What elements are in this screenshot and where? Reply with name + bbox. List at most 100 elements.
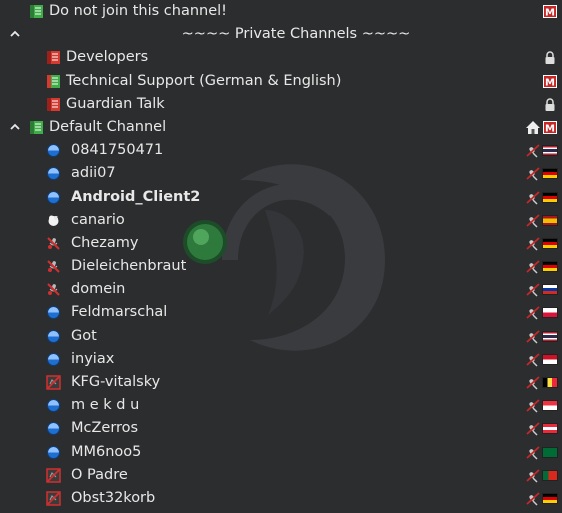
client-status-icon: [46, 421, 61, 436]
client-name: inyiax: [71, 350, 115, 367]
client-row[interactable]: z canario: [0, 209, 562, 232]
client-name: m e k d u: [71, 397, 140, 414]
client-status-icon: [46, 329, 61, 344]
muted-microphone-icon: [525, 213, 541, 228]
client-status-icon: [46, 468, 61, 483]
client-row[interactable]: Obst32korb: [0, 487, 562, 510]
channel-row-developers[interactable]: Developers: [0, 46, 562, 69]
muted-microphone-icon: [525, 329, 541, 344]
country-flag-icon: [542, 469, 558, 481]
svg-text:M: M: [545, 77, 555, 88]
svg-text:z: z: [57, 214, 60, 220]
country-flag-icon: [542, 284, 558, 296]
client-row[interactable]: MM6noo5: [0, 441, 562, 464]
client-row[interactable]: O Padre: [0, 464, 562, 487]
client-name: KFG-vitalsky: [71, 374, 161, 390]
channel-row-default-channel[interactable]: Default Channel M: [0, 116, 562, 139]
client-name: MM6noo5: [71, 443, 142, 460]
client-status-icon: [46, 445, 61, 460]
password-lock-icon: [542, 97, 558, 112]
client-row[interactable]: domein: [0, 278, 562, 301]
client-status-icon: [46, 491, 61, 506]
channel-row-guardian-talk[interactable]: Guardian Talk: [0, 93, 562, 116]
channel-label: Default Channel: [49, 118, 167, 135]
country-flag-icon: [542, 400, 558, 412]
collapse-arrow-icon[interactable]: [8, 120, 22, 134]
client-row[interactable]: m e k d u: [0, 394, 562, 417]
country-flag-icon: [542, 423, 558, 435]
svg-text:M: M: [545, 8, 555, 19]
home-icon: [525, 120, 541, 135]
client-name: adii07: [71, 165, 116, 182]
client-name: canario: [71, 211, 125, 228]
client-status-icon: [46, 143, 61, 158]
country-flag-icon: [542, 353, 558, 365]
client-status-icon: [46, 398, 61, 413]
client-name: Got: [71, 327, 97, 344]
muted-microphone-icon: [525, 190, 541, 205]
client-row[interactable]: Dieleichenbraut: [0, 255, 562, 278]
channel-label: Technical Support (German & English): [66, 72, 342, 89]
client-row[interactable]: 0841750471: [0, 139, 562, 162]
client-row[interactable]: inyiax: [0, 348, 562, 371]
client-status-icon: [46, 282, 61, 297]
spacer-row-private-channels[interactable]: ~~~~ Private Channels ~~~~: [0, 23, 562, 46]
country-flag-icon: [542, 492, 558, 504]
country-flag-icon: [542, 307, 558, 319]
client-name: Feldmarschal: [71, 304, 168, 321]
muted-microphone-icon: [525, 143, 541, 158]
country-flag-icon: [542, 237, 558, 249]
client-status-icon: [46, 305, 61, 320]
muted-microphone-icon: [525, 491, 541, 506]
client-name: Dieleichenbraut: [71, 258, 187, 275]
channel-open-icon: [46, 74, 61, 89]
client-row[interactable]: Feldmarschal: [0, 301, 562, 324]
muted-microphone-icon: [525, 445, 541, 460]
client-status-icon: [46, 352, 61, 367]
client-status-icon: [46, 190, 61, 205]
password-lock-icon: [542, 50, 558, 65]
channel-row-no-join[interactable]: Do not join this channel! M: [0, 0, 562, 23]
muted-microphone-icon: [525, 259, 541, 274]
country-flag-icon: [542, 191, 558, 203]
channel-open-icon: [29, 4, 44, 19]
channel-locked-icon: [46, 97, 61, 112]
channel-open-icon: [29, 120, 44, 135]
client-row[interactable]: Chezamy: [0, 232, 562, 255]
client-row[interactable]: Android_Client2: [0, 186, 562, 209]
client-name: O Padre: [71, 466, 128, 483]
moderated-icon: M: [542, 120, 558, 135]
muted-microphone-icon: [525, 166, 541, 181]
client-status-icon: [46, 166, 61, 181]
channel-label: Do not join this channel!: [49, 3, 227, 19]
channel-label: Developers: [66, 49, 149, 66]
muted-microphone-icon: [525, 398, 541, 413]
client-name: Chezamy: [71, 234, 139, 251]
client-name: Android_Client2: [71, 188, 201, 205]
muted-microphone-icon: [525, 352, 541, 367]
channel-row-technical-support[interactable]: Technical Support (German & English) M: [0, 70, 562, 93]
country-flag-icon: [542, 330, 558, 342]
client-name: domein: [71, 281, 126, 298]
client-name: McZerros: [71, 420, 139, 437]
client-row[interactable]: adii07: [0, 162, 562, 185]
muted-microphone-icon: [525, 421, 541, 436]
client-status-icon: [46, 375, 61, 390]
muted-microphone-icon: [525, 282, 541, 297]
client-row[interactable]: McZerros: [0, 417, 562, 440]
country-flag-icon: [542, 168, 558, 180]
client-status-icon: [46, 236, 61, 251]
muted-microphone-icon: [525, 375, 541, 390]
muted-microphone-icon: [525, 468, 541, 483]
client-row[interactable]: KFG-vitalsky: [0, 371, 562, 394]
moderated-icon: M: [542, 4, 558, 19]
client-name: 0841750471: [71, 142, 164, 159]
svg-text:M: M: [545, 123, 555, 134]
channel-locked-icon: [46, 50, 61, 65]
country-flag-icon: [542, 145, 558, 157]
spacer-label: ~~~~ Private Channels ~~~~: [181, 26, 411, 43]
channel-tree: Do not join this channel! M ~~~~ Private…: [0, 0, 562, 510]
country-flag-icon: [542, 214, 558, 226]
country-flag-icon: [542, 377, 558, 388]
client-row[interactable]: Got: [0, 325, 562, 348]
